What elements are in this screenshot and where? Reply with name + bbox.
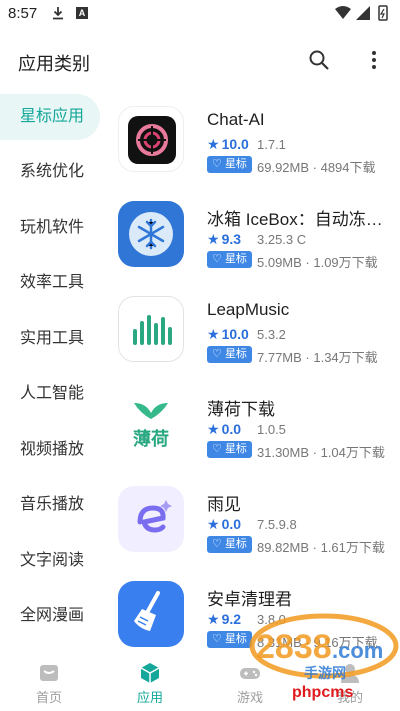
app-version: 5.3.2	[257, 327, 286, 342]
home-icon	[40, 665, 58, 681]
star-icon: ★	[207, 136, 220, 152]
app-header: 应用类别	[0, 36, 400, 86]
sidebar-item-music[interactable]: 音乐播放	[0, 482, 100, 528]
search-icon[interactable]	[307, 48, 331, 72]
leapmusic-icon	[118, 296, 184, 362]
sidebar-item-comics[interactable]: 全网漫画	[0, 593, 100, 639]
yujian-icon	[118, 486, 184, 552]
app-rating: ★ 9.3	[207, 231, 242, 247]
app-meta: 89.82MB · 1.61万下载	[257, 540, 385, 555]
app-rating: ★ 0.0	[207, 516, 242, 532]
app-rating: ★ 10.0	[207, 326, 249, 342]
app-meta: 5.09MB · 1.09万下载	[257, 255, 378, 270]
mint-icon-text: 薄荷	[133, 429, 169, 449]
heart-icon: ♡	[212, 253, 222, 265]
sidebar-item-ai[interactable]: 人工智能	[0, 371, 100, 417]
starred-badge: ♡ 星标	[207, 536, 252, 553]
app-name: Chat-AI	[207, 110, 265, 129]
app-list-item[interactable]: 雨见 ★ 0.0 7.5.9.8 ♡ 星标 89.82MB · 1.61万下载	[104, 472, 400, 562]
starred-badge: ♡ 星标	[207, 251, 252, 268]
app-version: 3.25.3 C	[257, 232, 307, 247]
app-rating: ★ 9.2	[207, 611, 242, 627]
starred-badge: ♡ 星标	[207, 346, 252, 363]
app-list-item[interactable]: Chat-AI ★ 10.0 1.7.1 ♡ 星标 69.92MB · 4894下…	[104, 92, 400, 182]
app-version: 7.5.9.8	[257, 517, 297, 532]
signal-icon	[356, 6, 370, 20]
star-icon: ★	[207, 421, 220, 437]
sidebar-item-starred[interactable]: 星标应用	[0, 94, 100, 140]
nav-home[interactable]: 首页	[19, 658, 79, 708]
nav-label: 游戏	[236, 690, 263, 705]
app-version: 3.8.0	[257, 612, 286, 627]
status-icons	[335, 5, 388, 21]
app-list: Chat-AI ★ 10.0 1.7.1 ♡ 星标 69.92MB · 4894下…	[104, 92, 400, 652]
sidebar-item-reading[interactable]: 文字阅读	[0, 538, 100, 584]
app-list-item[interactable]: 安卓清理君 ★ 9.2 3.8.0 ♡ 星标 8.31MB · 9.16万下载	[104, 567, 400, 652]
app-name: LeapMusic	[207, 300, 290, 319]
app-list-item[interactable]: 冰箱 IceBox：自动冻结… ★ 9.3 3.25.3 C ♡ 星标 5.09M…	[104, 187, 400, 277]
app-rating: ★ 0.0	[207, 421, 242, 437]
star-icon: ★	[207, 231, 220, 247]
star-icon: ★	[207, 611, 220, 627]
category-sidebar: 星标应用 系统优化 玩机软件 效率工具 实用工具 人工智能 视频播放 音乐播放 …	[0, 92, 104, 652]
app-meta: 69.92MB · 4894下载	[257, 160, 376, 175]
app-name: 雨见	[207, 495, 241, 514]
star-icon: ★	[207, 326, 220, 342]
cube-icon	[140, 663, 160, 683]
nav-label: 应用	[136, 690, 163, 705]
sidebar-item-efficiency[interactable]: 效率工具	[0, 260, 100, 306]
status-bar: 8:57 A	[0, 0, 400, 28]
more-options-icon[interactable]	[362, 48, 386, 72]
profile-icon	[341, 664, 359, 683]
battery-icon	[378, 5, 388, 21]
app-meta: 7.77MB · 1.34万下载	[257, 350, 378, 365]
wifi-icon	[335, 6, 351, 19]
nav-label: 首页	[35, 690, 62, 705]
heart-icon: ♡	[212, 443, 222, 455]
app-name: 冰箱 IceBox：自动冻结…	[207, 210, 392, 229]
heart-icon: ♡	[212, 633, 222, 645]
watermark-text: phpcms	[292, 684, 354, 701]
app-rating: ★ 10.0	[207, 136, 249, 152]
gamepad-icon	[240, 668, 260, 679]
heart-icon: ♡	[212, 348, 222, 360]
app-version: 1.7.1	[257, 137, 286, 152]
download-icon	[53, 7, 63, 20]
nav-games[interactable]: 游戏	[220, 658, 280, 708]
app-version: 1.0.5	[257, 422, 286, 437]
notification-a-icon: A	[76, 7, 88, 19]
sidebar-item-system-optimize[interactable]: 系统优化	[0, 149, 100, 195]
star-icon: ★	[207, 516, 220, 532]
status-time: 8:57	[8, 5, 38, 22]
heart-icon: ♡	[212, 538, 222, 550]
bottom-navigation: 首页 应用 游戏 我的	[0, 652, 400, 711]
chat-ai-icon	[118, 106, 184, 172]
app-list-item[interactable]: 薄荷 薄荷下载 ★ 0.0 1.0.5 ♡ 星标 31.30MB · 1.04万下…	[104, 377, 400, 467]
nav-apps[interactable]: 应用	[120, 658, 180, 708]
sidebar-item-video[interactable]: 视频播放	[0, 427, 100, 473]
icebox-icon	[118, 201, 184, 267]
starred-badge: ♡ 星标	[207, 441, 252, 458]
page-title: 应用类别	[18, 54, 90, 74]
starred-badge: ♡ 星标	[207, 631, 252, 648]
app-meta: 31.30MB · 1.04万下载	[257, 445, 385, 460]
starred-badge: ♡ 星标	[207, 156, 252, 173]
sidebar-item-tinkering[interactable]: 玩机软件	[0, 205, 100, 251]
heart-icon: ♡	[212, 158, 222, 170]
sidebar-item-utilities[interactable]: 实用工具	[0, 316, 100, 362]
app-name: 安卓清理君	[207, 590, 292, 609]
app-name: 薄荷下载	[207, 400, 275, 419]
mint-download-icon: 薄荷	[118, 391, 184, 457]
app-list-item[interactable]: LeapMusic ★ 10.0 5.3.2 ♡ 星标 7.77MB · 1.34…	[104, 282, 400, 372]
app-meta: 8.31MB · 9.16万下载	[257, 635, 378, 650]
cleaner-icon	[118, 581, 184, 647]
